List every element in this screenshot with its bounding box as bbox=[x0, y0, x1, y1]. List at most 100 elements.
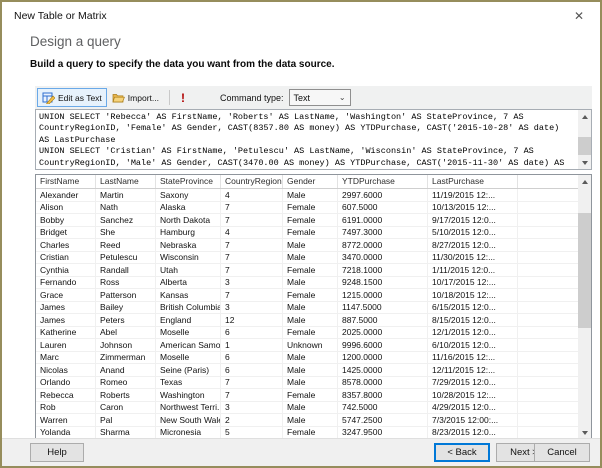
cell: Roberts bbox=[96, 389, 156, 401]
table-row[interactable]: Cristian Petulescu Wisconsin 7 Male 3470.0000… bbox=[36, 251, 578, 264]
cell: 7 bbox=[221, 389, 283, 401]
cell: 2025.0000 bbox=[338, 326, 428, 338]
table-row[interactable]: Grace Patterson Kansas 7 Female 1215.0000 10/1… bbox=[36, 289, 578, 302]
cell-filler bbox=[518, 277, 578, 289]
table-row[interactable]: Alexander Martin Saxony 4 Male 2997.6000 11/19… bbox=[36, 189, 578, 202]
query-editor-scrollbar[interactable] bbox=[578, 110, 591, 169]
table-row[interactable]: Alison Nath Alaska 7 Female 607.5000 10/13/201… bbox=[36, 201, 578, 214]
footer-bar: Help < Back Next > Cancel bbox=[2, 438, 600, 466]
cell: Alison bbox=[36, 201, 96, 213]
table-row[interactable]: James Bailey British Columbia 3 Male 1147.500… bbox=[36, 301, 578, 314]
cell-filler bbox=[518, 214, 578, 226]
cell: Moselle bbox=[156, 326, 221, 338]
cell: Patterson bbox=[96, 289, 156, 301]
cell: Female bbox=[283, 326, 338, 338]
cell: 6 bbox=[221, 364, 283, 376]
cell: American Samoa bbox=[156, 339, 221, 351]
back-button[interactable]: < Back bbox=[434, 443, 490, 462]
query-text[interactable]: UNION SELECT 'Rebecca' AS FirstName, 'Ro… bbox=[39, 112, 575, 167]
edit-as-text-button[interactable]: Edit as Text bbox=[37, 88, 107, 107]
cell: 887.5000 bbox=[338, 314, 428, 326]
command-type-label: Command type: bbox=[219, 92, 284, 103]
cell: Kansas bbox=[156, 289, 221, 301]
scroll-up-icon[interactable] bbox=[578, 175, 591, 188]
cell: Nicolas bbox=[36, 364, 96, 376]
cell-filler bbox=[518, 302, 578, 314]
table-row[interactable]: Nicolas Anand Seine (Paris) 6 Male 1425.0000 1… bbox=[36, 364, 578, 377]
cell: Alberta bbox=[156, 276, 221, 288]
close-icon[interactable]: ✕ bbox=[570, 8, 588, 24]
cell: Male bbox=[283, 414, 338, 426]
table-row[interactable]: Orlando Romeo Texas 7 Male 8578.0000 7/29/2015… bbox=[36, 376, 578, 389]
table-row[interactable]: Fernando Ross Alberta 3 Male 9248.1500 10/17/2… bbox=[36, 276, 578, 289]
scroll-down-icon[interactable] bbox=[578, 156, 591, 169]
edit-as-text-label: Edit as Text bbox=[58, 92, 102, 103]
table-row[interactable]: Rebecca Roberts Washington 7 Female 8357.8000… bbox=[36, 389, 578, 402]
cell: Caron bbox=[96, 401, 156, 413]
cell: 10/28/2015 12:... bbox=[428, 389, 518, 401]
cell: 7/3/2015 12:00:... bbox=[428, 414, 518, 426]
cell: Utah bbox=[156, 264, 221, 276]
grid-scrollbar[interactable] bbox=[578, 175, 591, 439]
table-row[interactable]: Rob Caron Northwest Terri... 3 Male 742.5000 4… bbox=[36, 401, 578, 414]
edit-query-icon bbox=[42, 92, 55, 104]
table-row[interactable]: Marc Zimmerman Moselle 6 Male 1200.0000 11/16/… bbox=[36, 351, 578, 364]
table-row[interactable]: Charles Reed Nebraska 7 Male 8772.0000 8/27/20… bbox=[36, 239, 578, 252]
import-button[interactable]: Import... bbox=[107, 88, 164, 107]
cell-filler bbox=[518, 414, 578, 426]
cell-filler bbox=[518, 339, 578, 351]
cell: New South Wales bbox=[156, 414, 221, 426]
cell: England bbox=[156, 314, 221, 326]
cell: Male bbox=[283, 401, 338, 413]
column-header[interactable]: StateProvince bbox=[156, 175, 221, 188]
cell: 7 bbox=[221, 289, 283, 301]
column-header[interactable]: LastName bbox=[96, 175, 156, 188]
page-title: Design a query bbox=[30, 34, 121, 49]
cell: Katherine bbox=[36, 326, 96, 338]
cell: James bbox=[36, 301, 96, 313]
column-header[interactable]: CountryRegionID bbox=[221, 175, 283, 188]
cell: Pal bbox=[96, 414, 156, 426]
cell: 5747.2500 bbox=[338, 414, 428, 426]
cell: Orlando bbox=[36, 376, 96, 388]
scroll-up-icon[interactable] bbox=[578, 110, 591, 123]
cell: Lauren bbox=[36, 339, 96, 351]
table-row[interactable]: Lauren Johnson American Samoa 1 Unknown 9996.… bbox=[36, 339, 578, 352]
column-header[interactable]: Gender bbox=[283, 175, 338, 188]
cell: 11/30/2015 12:... bbox=[428, 251, 518, 263]
column-header[interactable]: YTDPurchase bbox=[338, 175, 428, 188]
table-row[interactable]: James Peters England 12 Male 887.5000 8/15/201… bbox=[36, 314, 578, 327]
import-label: Import... bbox=[127, 92, 159, 103]
query-text-editor[interactable]: UNION SELECT 'Rebecca' AS FirstName, 'Ro… bbox=[35, 109, 592, 170]
cell: Male bbox=[283, 239, 338, 251]
cell: Male bbox=[283, 376, 338, 388]
cell: 6 bbox=[221, 326, 283, 338]
cell: Grace bbox=[36, 289, 96, 301]
help-button[interactable]: Help bbox=[30, 443, 84, 462]
cell: Female bbox=[283, 264, 338, 276]
cell: 607.5000 bbox=[338, 201, 428, 213]
cell: Johnson bbox=[96, 339, 156, 351]
table-row[interactable]: Warren Pal New South Wales 2 Male 5747.2500 7/… bbox=[36, 414, 578, 427]
column-header[interactable]: FirstName bbox=[36, 175, 96, 188]
query-results-grid: FirstName LastName StateProvince CountryReg… bbox=[35, 174, 592, 440]
cell: Warren bbox=[36, 414, 96, 426]
cell: Randall bbox=[96, 264, 156, 276]
table-row[interactable]: Bobby Sanchez North Dakota 7 Female 6191.0000… bbox=[36, 214, 578, 227]
column-header[interactable]: LastPurchase bbox=[428, 175, 518, 188]
table-row[interactable]: Katherine Abel Moselle 6 Female 2025.0000 12/1… bbox=[36, 326, 578, 339]
command-type-select[interactable]: Text ⌄ bbox=[288, 89, 351, 106]
scrollbar-thumb[interactable] bbox=[578, 137, 591, 155]
cancel-button[interactable]: Cancel bbox=[534, 443, 590, 462]
scrollbar-thumb[interactable] bbox=[578, 213, 591, 328]
cell-filler bbox=[518, 327, 578, 339]
cell: Moselle bbox=[156, 351, 221, 363]
cell: 6191.0000 bbox=[338, 214, 428, 226]
cell: Alexander bbox=[36, 189, 96, 201]
new-table-or-matrix-dialog: New Table or Matrix ✕ Design a query Bui… bbox=[0, 0, 602, 468]
table-row[interactable]: Bridget She Hamburg 4 Female 7497.3000 5/10/20… bbox=[36, 226, 578, 239]
cell: 4 bbox=[221, 226, 283, 238]
cell: 1/11/2015 12:0... bbox=[428, 264, 518, 276]
table-row[interactable]: Cynthia Randall Utah 7 Female 7218.1000 1/11/2… bbox=[36, 264, 578, 277]
cell: James bbox=[36, 314, 96, 326]
